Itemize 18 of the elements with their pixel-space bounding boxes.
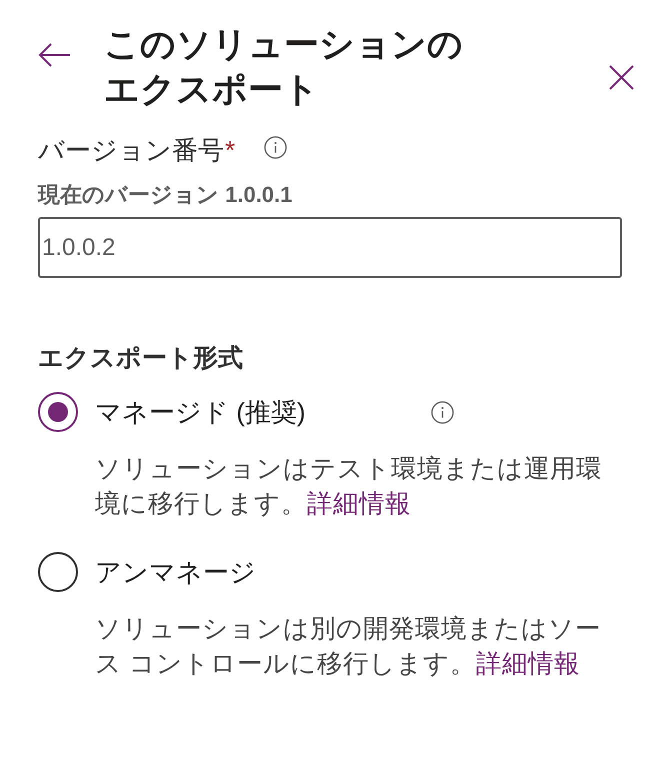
panel-title: このソリューションのエクスポート [104,24,464,111]
version-input[interactable]: 1.0.0.2 [38,217,622,278]
required-mark: * [225,134,236,166]
back-arrow-icon[interactable] [38,43,71,67]
section-heading: エクスポート形式 [38,343,244,374]
option-description: ソリューションはテスト環境または運用環境に移行します。詳細情報 [95,454,603,520]
option-description: ソリューションは別の開発環境またはソース コントロールに移行します。詳細情報 [95,614,602,680]
learn-more-link[interactable]: 詳細情報 [307,490,411,518]
learn-more-link[interactable]: 詳細情報 [476,650,580,678]
info-icon[interactable] [431,400,454,424]
radio-button[interactable] [38,392,78,432]
current-version-text: 現在のバージョン 1.0.0.1 [38,183,294,207]
option-label[interactable]: アンマネージ [95,555,431,589]
info-icon[interactable] [264,136,288,158]
radio-button[interactable] [38,552,78,592]
field-label: バージョン番号 [38,134,224,166]
close-icon[interactable] [609,65,634,90]
option-label[interactable]: マネージド (推奨) [95,395,431,429]
